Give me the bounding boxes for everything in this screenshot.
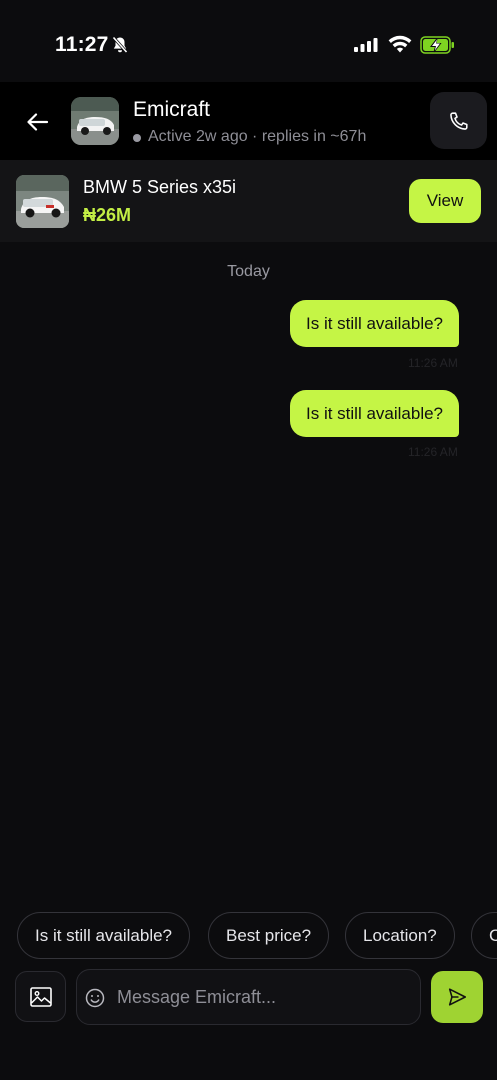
contact-status: Active 2w ago · replies in ~67h	[148, 128, 367, 145]
image-icon	[29, 986, 52, 1007]
message-input[interactable]	[117, 970, 413, 1024]
chat-header: Emicraft Active 2w ago · replies in ~67h	[0, 82, 497, 160]
listing-banner: BMW 5 Series x35i ₦26M View	[0, 160, 497, 242]
presence-dot	[133, 134, 141, 142]
message-time: 11:26 AM	[408, 356, 458, 370]
message-bubble[interactable]: Is it still available?	[290, 390, 460, 437]
date-divider: Today	[227, 263, 270, 280]
message-composer	[76, 969, 421, 1025]
contact-name: Emicraft	[133, 98, 211, 121]
phone-icon	[449, 111, 468, 130]
seller-avatar[interactable]	[71, 97, 119, 145]
quick-replies-row[interactable]: Is it still available? Best price? Locat…	[17, 912, 497, 959]
listing-title: BMW 5 Series x35i	[83, 177, 237, 197]
message-bubble[interactable]: Is it still available?	[290, 300, 460, 347]
quick-reply-chip[interactable]: Location?	[345, 912, 455, 959]
message-time: 11:26 AM	[408, 445, 458, 459]
wifi-icon	[388, 35, 412, 58]
quick-reply-chip[interactable]: Is it still available?	[17, 912, 191, 959]
call-button[interactable]	[430, 92, 487, 149]
send-button[interactable]	[431, 971, 483, 1023]
listing-price: ₦26M	[83, 205, 132, 225]
view-listing-button[interactable]: View	[409, 179, 481, 223]
cellular-signal-icon	[354, 38, 378, 57]
quick-reply-chip[interactable]: C	[471, 912, 497, 959]
back-button[interactable]	[24, 108, 52, 136]
attach-image-button[interactable]	[15, 971, 66, 1022]
status-bar: 11:27	[0, 0, 497, 82]
listing-thumbnail[interactable]	[16, 175, 69, 228]
arrow-left-icon	[27, 113, 49, 131]
status-time: 11:27	[55, 33, 109, 56]
battery-charging-icon	[420, 36, 456, 59]
quick-reply-chip[interactable]: Best price?	[208, 912, 330, 959]
send-icon	[448, 988, 467, 1006]
emoji-icon[interactable]	[85, 988, 105, 1013]
bell-slash-icon	[112, 36, 128, 59]
